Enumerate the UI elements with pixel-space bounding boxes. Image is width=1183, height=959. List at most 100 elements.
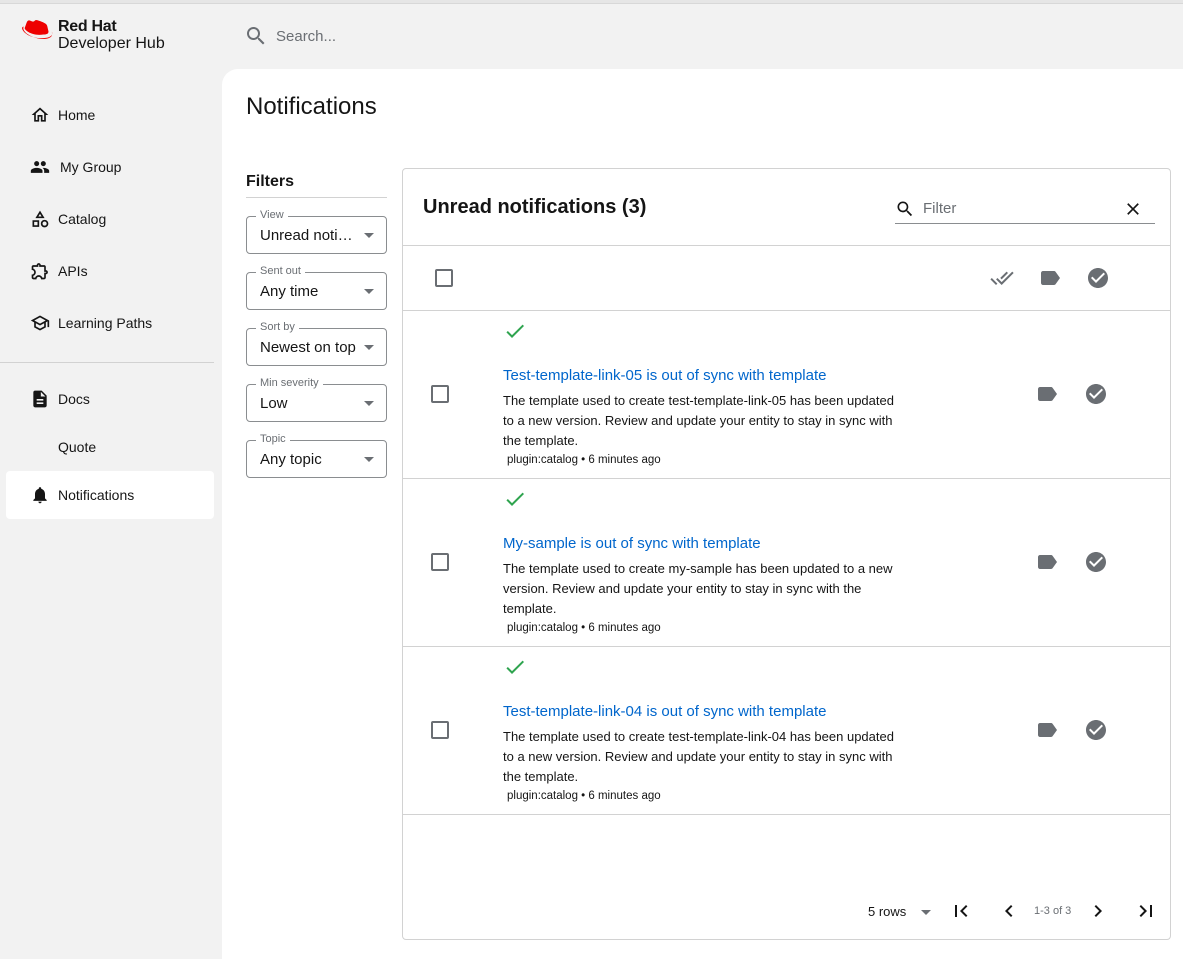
main-content: Notifications Filters View Unread notifi… xyxy=(222,69,1183,959)
notification-meta: plugin:catalog • 6 minutes ago xyxy=(507,622,661,634)
topic-select[interactable]: Topic Any topic xyxy=(246,433,387,478)
notifications-panel: Unread notifications (3) Test-template-l… xyxy=(402,168,1171,940)
label-icon[interactable] xyxy=(1035,718,1059,742)
notification-title-link[interactable]: Test-template-link-05 is out of sync wit… xyxy=(503,367,826,384)
red-hat-logo-icon xyxy=(22,20,53,39)
check-icon xyxy=(506,324,524,338)
extension-icon xyxy=(31,263,48,280)
group-icon xyxy=(30,161,50,173)
filter-input[interactable] xyxy=(923,200,1113,217)
panel-title: Unread notifications (3) xyxy=(423,196,647,218)
home-icon xyxy=(31,107,49,122)
sent-out-select-value: Any time xyxy=(260,283,319,300)
check-circle-icon[interactable] xyxy=(1084,382,1108,406)
sidebar-item-my-group[interactable]: My Group xyxy=(6,143,214,191)
sent-out-select-label: Sent out xyxy=(256,265,305,277)
category-icon xyxy=(32,210,49,228)
notification-description: The template used to create test-templat… xyxy=(503,393,894,448)
brand-logo[interactable]: Red Hat Developer Hub xyxy=(22,18,165,52)
notification-meta: plugin:catalog • 6 minutes ago xyxy=(507,454,661,466)
caret-down-icon[interactable] xyxy=(921,910,931,915)
sidebar: Red Hat Developer Hub Home My Group Cata… xyxy=(0,4,222,959)
min-severity-select-label: Min severity xyxy=(256,377,323,389)
label-icon[interactable] xyxy=(1035,550,1059,574)
notification-item: Test-template-link-04 is out of sync wit… xyxy=(403,647,1170,815)
sidebar-item-quote[interactable]: Quote xyxy=(6,423,214,471)
filters-panel: Filters View Unread notifications Sent o… xyxy=(246,173,387,478)
chevron-left-icon[interactable] xyxy=(997,899,1021,923)
bulk-actions-row xyxy=(403,246,1170,311)
sidebar-item-label: Home xyxy=(58,107,96,123)
view-select-label: View xyxy=(256,209,288,221)
sidebar-item-label: Quote xyxy=(58,439,97,455)
caret-down-icon xyxy=(364,401,374,406)
sort-by-select-label: Sort by xyxy=(256,321,299,333)
caret-down-icon xyxy=(364,345,374,350)
notification-title-link[interactable]: My-sample is out of sync with template xyxy=(503,535,761,552)
search-icon xyxy=(247,27,265,45)
panel-header: Unread notifications (3) xyxy=(403,169,1170,246)
topic-select-label: Topic xyxy=(256,433,290,445)
page-title: Notifications xyxy=(246,93,377,120)
sidebar-item-docs[interactable]: Docs xyxy=(6,375,214,423)
first-page-icon[interactable] xyxy=(949,899,973,923)
check-icon xyxy=(506,660,524,674)
label-icon[interactable] xyxy=(1038,266,1062,290)
filter-field xyxy=(895,194,1155,224)
description-icon xyxy=(33,390,47,408)
notification-title-link[interactable]: Test-template-link-04 is out of sync wit… xyxy=(503,703,826,720)
sidebar-item-catalog[interactable]: Catalog xyxy=(6,195,214,243)
mark-all-read-icon[interactable] xyxy=(990,266,1014,290)
sidebar-item-notifications[interactable]: Notifications xyxy=(6,471,214,519)
notification-item: My-sample is out of sync with template T… xyxy=(403,479,1170,647)
global-search xyxy=(222,4,1183,68)
sidebar-item-apis[interactable]: APIs xyxy=(6,247,214,295)
check-circle-icon[interactable] xyxy=(1084,718,1108,742)
caret-down-icon xyxy=(364,457,374,462)
min-severity-select-value: Low xyxy=(260,395,288,412)
sidebar-item-label: My Group xyxy=(60,159,122,175)
view-select-value: Unread notifications xyxy=(260,227,356,244)
sidebar-item-label: Docs xyxy=(58,391,90,407)
sidebar-item-learning-paths[interactable]: Learning Paths xyxy=(6,299,214,347)
check-icon xyxy=(506,492,524,506)
topic-select-value: Any topic xyxy=(260,451,322,468)
caret-down-icon xyxy=(364,289,374,294)
view-select[interactable]: View Unread notifications xyxy=(246,209,387,254)
last-page-icon[interactable] xyxy=(1134,899,1158,923)
sort-by-select[interactable]: Sort by Newest on top xyxy=(246,321,387,366)
chevron-right-icon[interactable] xyxy=(1086,899,1110,923)
select-all-checkbox[interactable] xyxy=(435,269,453,287)
page-range: 1-3 of 3 xyxy=(1034,905,1072,917)
label-icon[interactable] xyxy=(1035,382,1059,406)
notification-description: The template used to create my-sample ha… xyxy=(503,561,893,616)
rows-per-page-select[interactable]: 5 rows xyxy=(868,904,906,919)
brand-line1: Red Hat xyxy=(58,18,117,35)
notification-item: Test-template-link-05 is out of sync wit… xyxy=(403,311,1170,479)
min-severity-select[interactable]: Min severity Low xyxy=(246,377,387,422)
sidebar-item-label: Learning Paths xyxy=(58,315,153,331)
brand-line2: Developer Hub xyxy=(58,35,165,52)
sidebar-item-label: Notifications xyxy=(58,487,135,503)
school-icon xyxy=(30,315,50,331)
sort-by-select-value: Newest on top xyxy=(260,339,356,356)
sidebar-item-label: Catalog xyxy=(58,211,107,227)
filters-title: Filters xyxy=(246,173,387,198)
bell-icon xyxy=(33,487,47,504)
caret-down-icon xyxy=(364,233,374,238)
pagination: 5 rows 1-3 of 3 xyxy=(403,897,1170,927)
check-circle-icon[interactable] xyxy=(1084,550,1108,574)
check-circle-icon[interactable] xyxy=(1086,266,1110,290)
notification-checkbox[interactable] xyxy=(431,553,449,571)
search-icon xyxy=(897,201,913,216)
close-icon[interactable] xyxy=(1123,199,1143,219)
notification-checkbox[interactable] xyxy=(431,721,449,739)
sent-out-select[interactable]: Sent out Any time xyxy=(246,265,387,310)
sidebar-divider xyxy=(0,362,214,363)
notification-checkbox[interactable] xyxy=(431,385,449,403)
notification-description: The template used to create test-templat… xyxy=(503,729,894,784)
sidebar-item-home[interactable]: Home xyxy=(6,91,214,139)
search-input[interactable] xyxy=(276,27,676,45)
notification-meta: plugin:catalog • 6 minutes ago xyxy=(507,790,661,802)
sidebar-item-label: APIs xyxy=(58,263,88,279)
